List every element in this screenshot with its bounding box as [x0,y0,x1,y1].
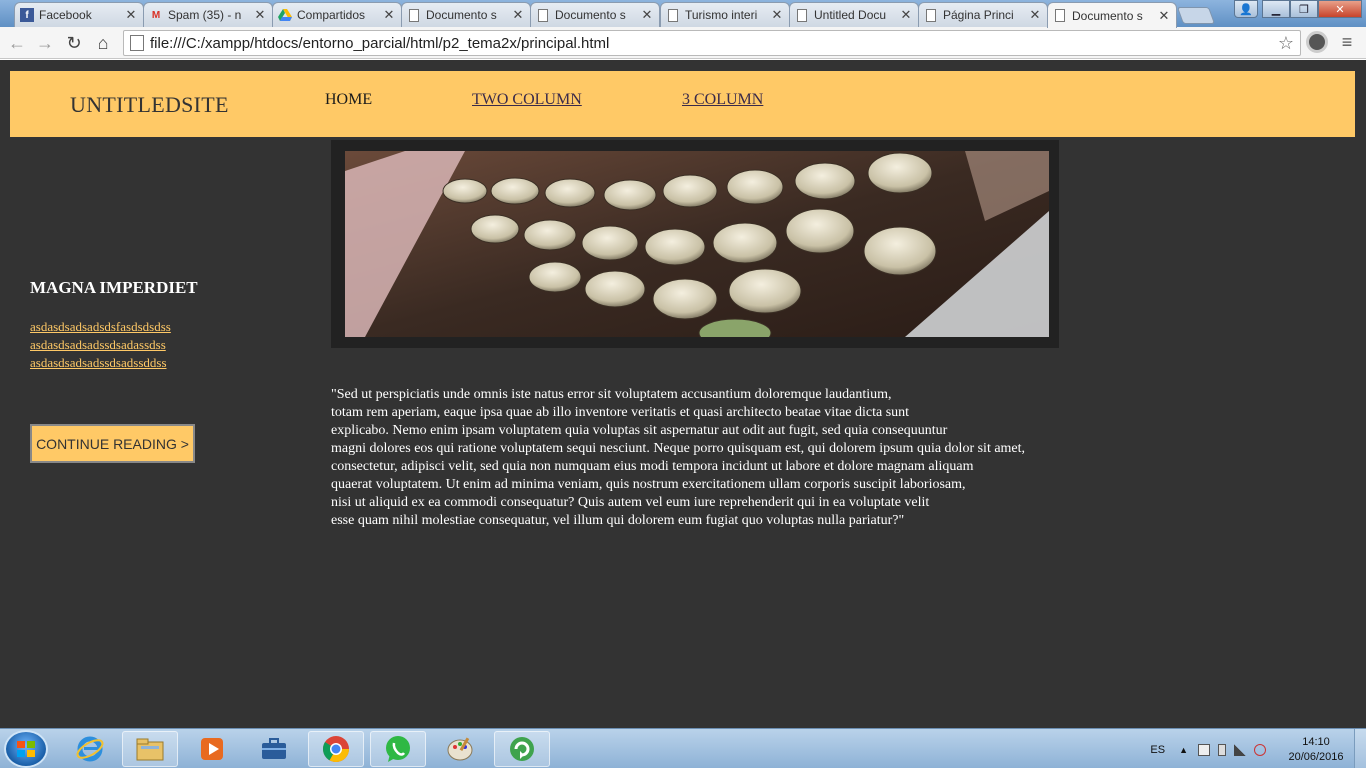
tab-title: Documento s [555,8,626,22]
close-window-button[interactable]: ✕ [1318,0,1362,18]
user-icon[interactable]: 👤 [1234,0,1258,18]
sidebar-title: MAGNA IMPERDIET [30,278,198,297]
site-header: UNTITLEDSITE HOME TWO COLUMN 3 COLUMN [10,71,1355,137]
battery-icon[interactable] [1218,744,1226,756]
body-line: "Sed ut perspiciatis unde omnis iste nat… [331,387,892,402]
page-icon [536,8,550,22]
refresh-app-icon[interactable] [494,731,550,767]
internet-explorer-icon[interactable] [62,731,118,767]
new-tab-button[interactable] [1176,7,1216,24]
windows-taskbar: ES ▲ 14:10 20/06/2016 [0,728,1366,768]
nav-two-column[interactable]: TWO COLUMN [472,91,582,109]
home-icon[interactable]: ⌂ [92,32,114,54]
extension-icon[interactable] [1306,31,1328,53]
close-icon[interactable]: ✕ [125,7,137,23]
close-icon[interactable]: ✕ [641,7,653,23]
restore-button[interactable]: ❐ [1290,0,1318,18]
menu-icon[interactable]: ≡ [1338,33,1356,51]
body-line: magni dolores eos qui ratione voluptatem… [331,441,1026,456]
tab-untitled[interactable]: Untitled Docu ✕ [789,2,919,27]
file-explorer-icon[interactable] [122,731,178,767]
bookmark-star-icon[interactable]: ☆ [1278,33,1294,54]
page-icon [407,8,421,22]
forward-icon[interactable]: → [34,32,56,54]
tab-title: Documento s [426,8,497,22]
language-indicator[interactable]: ES [1150,744,1165,756]
page-icon [130,35,144,51]
body-line: explicabo. Nemo enim ipsam voluptatem qu… [331,423,948,438]
body-line: nisi ut aliquid ex ea commodi consequatu… [331,495,930,510]
gmail-icon: M [151,9,161,21]
body-line: esse quam nihil molestiae consequatur, v… [331,513,905,528]
page-icon [666,8,680,22]
close-icon[interactable]: ✕ [900,7,912,23]
banner-frame [331,140,1059,348]
nav-3-column[interactable]: 3 COLUMN [682,91,763,109]
network-signal-icon[interactable] [1234,744,1246,756]
tab-facebook[interactable]: f Facebook ✕ [14,2,144,27]
close-icon[interactable]: ✕ [771,7,783,23]
page-viewport: UNTITLEDSITE HOME TWO COLUMN 3 COLUMN MA… [0,60,1366,728]
body-paragraph: "Sed ut perspiciatis unde omnis iste nat… [331,386,1151,530]
tab-title: Página Princi [943,8,1014,22]
close-icon[interactable]: ✕ [512,7,524,23]
paint-icon[interactable] [432,731,488,767]
tab-documento-2[interactable]: Documento s ✕ [530,2,660,27]
tab-title: Documento s [1072,8,1143,23]
back-icon[interactable]: ← [6,32,28,54]
tab-title: Compartidos [297,8,366,22]
start-button[interactable] [4,730,48,768]
url-text: file:///C:/xampp/htdocs/entorno_parcial/… [150,34,610,52]
sidebar-link[interactable]: asdasdsadsadsdsfasdsdsdss [30,318,171,336]
volume-muted-icon[interactable] [1254,744,1266,756]
tab-title: Turismo interi [685,8,758,22]
drive-icon [278,8,292,22]
minimize-button[interactable]: ▁ [1262,0,1290,18]
whatsapp-icon[interactable] [370,731,426,767]
address-bar[interactable]: file:///C:/xampp/htdocs/entorno_parcial/… [123,30,1301,56]
windows-logo-icon [17,741,35,757]
tab-documento-1[interactable]: Documento s ✕ [401,2,531,27]
show-desktop-button[interactable] [1354,729,1366,768]
media-player-icon[interactable] [184,731,240,767]
tab-drive[interactable]: Compartidos ✕ [272,2,402,27]
tab-title: Untitled Docu [814,8,887,22]
tab-turismo[interactable]: Turismo interi ✕ [660,2,790,27]
tab-pagina-principal[interactable]: Página Princi ✕ [918,2,1048,27]
browser-toolbar: ← → ↻ ⌂ file:///C:/xampp/htdocs/entorno_… [0,27,1366,59]
reload-icon[interactable]: ↻ [63,32,85,54]
system-tray: ES ▲ 14:10 20/06/2016 [1150,735,1350,765]
briefcase-icon[interactable] [246,731,302,767]
typewriter-image [345,151,1049,337]
body-line: consectetur, adipisci velit, sed quia no… [331,459,974,474]
sidebar-links: asdasdsadsadsdsfasdsdsdss asdasdsadsadss… [30,318,171,372]
close-icon[interactable]: ✕ [383,7,395,23]
continue-reading-button[interactable]: CONTINUE READING > [30,424,195,463]
body-line: quaerat voluptatem. Ut enim ad minima ve… [331,477,966,492]
close-icon[interactable]: ✕ [254,7,266,23]
browser-tab-strip: f Facebook ✕ M Spam (35) - n ✕ Compartid… [0,0,1366,28]
clock-time: 14:10 [1302,736,1330,748]
tab-gmail[interactable]: M Spam (35) - n ✕ [143,2,273,27]
tab-title: Spam (35) - n [168,8,242,22]
page-icon [795,8,809,22]
nav-home[interactable]: HOME [325,91,372,109]
tab-documento-active[interactable]: Documento s ✕ [1047,2,1177,28]
close-icon[interactable]: ✕ [1158,8,1170,24]
clock-date: 20/06/2016 [1288,751,1344,763]
page-icon [924,8,938,22]
clock[interactable]: 14:10 20/06/2016 [1282,735,1350,765]
site-logo[interactable]: UNTITLEDSITE [70,92,229,118]
sidebar-link[interactable]: asdasdsadsadssdsadssddss [30,354,171,372]
flag-alert-icon[interactable] [1198,744,1210,756]
tab-title: Facebook [39,8,92,22]
window-controls: 👤 ▁ ❐ ✕ [1234,0,1362,18]
facebook-icon: f [20,8,34,22]
close-icon[interactable]: ✕ [1029,7,1041,23]
chrome-icon[interactable] [308,731,364,767]
show-hidden-icons-icon[interactable]: ▲ [1179,745,1188,755]
sidebar-link[interactable]: asdasdsadsadssdsadassdss [30,336,171,354]
page-icon [1053,9,1067,23]
body-line: totam rem aperiam, eaque ipsa quae ab il… [331,405,910,420]
